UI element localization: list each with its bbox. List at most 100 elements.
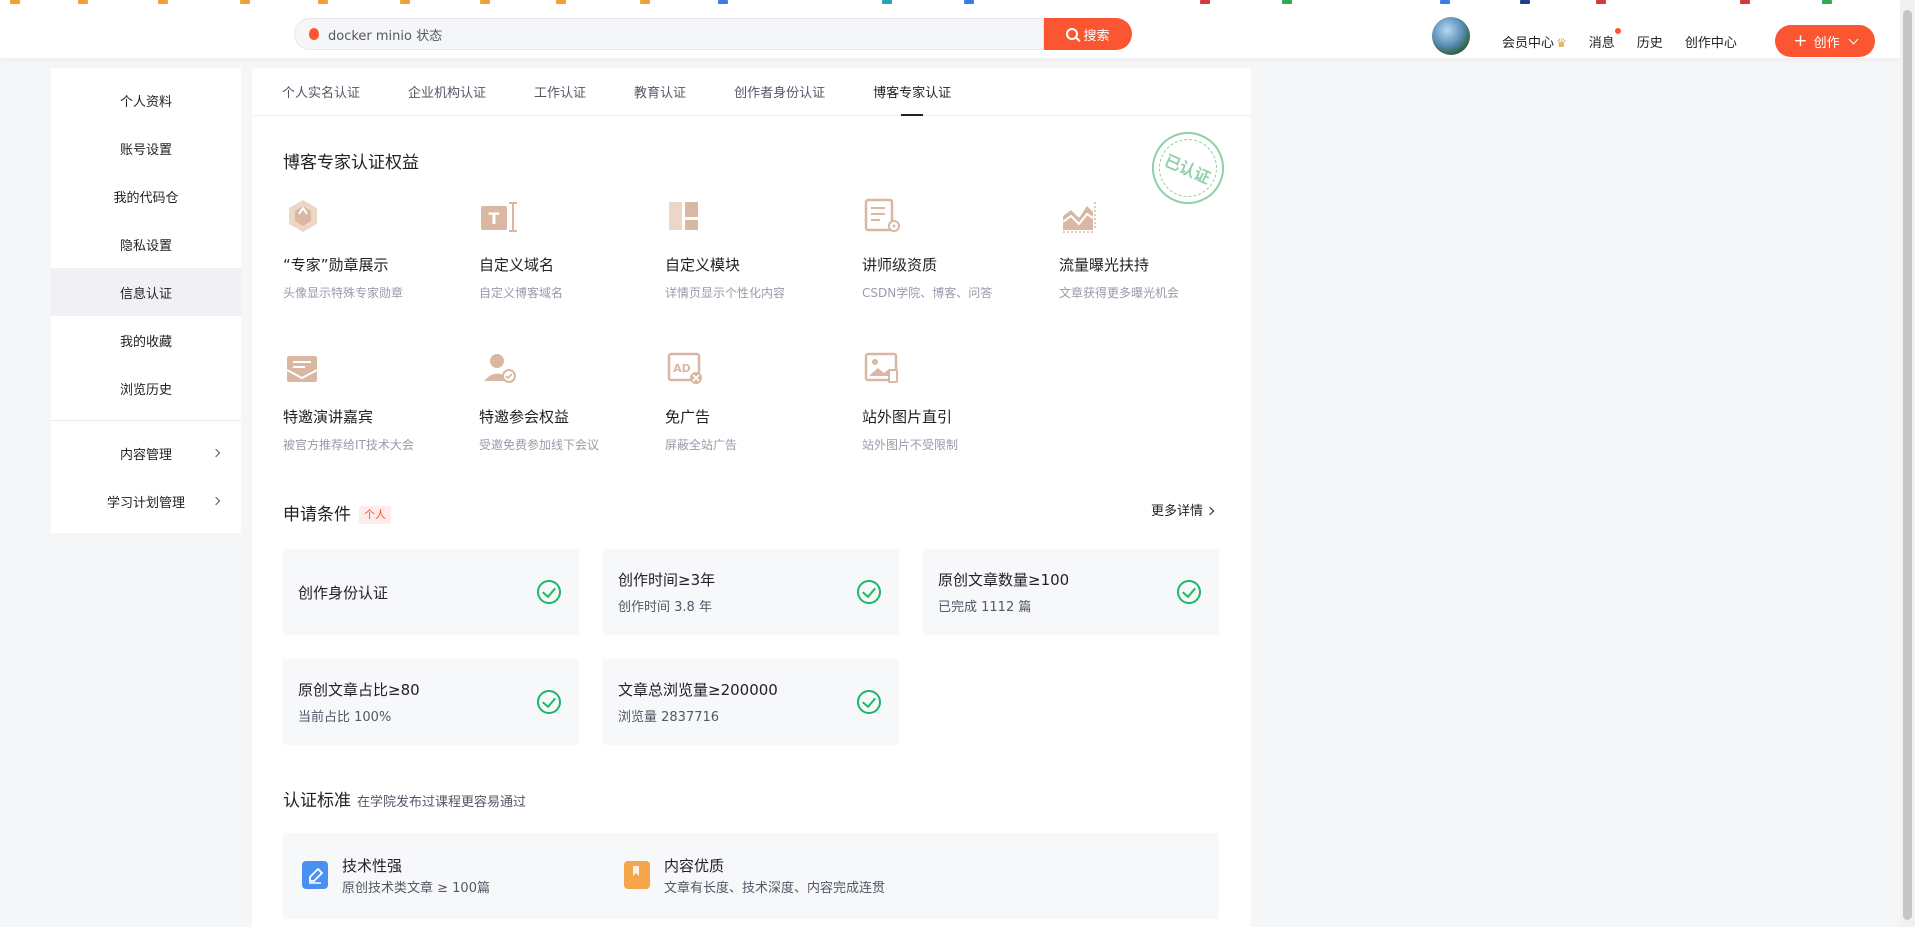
sidebar-item-account[interactable]: 账号设置 <box>51 124 241 172</box>
sidebar-item-history[interactable]: 浏览历史 <box>51 364 241 412</box>
benefit-desc: CSDN学院、博客、问答 <box>862 286 993 300</box>
benefit-item: 流量曝光扶持 文章获得更多曝光机会 <box>1059 196 1229 301</box>
text-domain-icon: T <box>479 196 519 236</box>
create-button-label: 创作 <box>1813 35 1840 51</box>
stamp-text: 已认证 <box>1161 150 1214 188</box>
benefit-name: 站外图片直引 <box>862 408 953 426</box>
benefit-item: 站外图片直引 站外图片不受限制 <box>862 348 1032 453</box>
bookmark-bar <box>0 0 1900 8</box>
benefit-name: “专家”勋章展示 <box>283 256 389 274</box>
sidebar-group-study-plan[interactable]: 学习计划管理 <box>51 477 241 525</box>
search-input[interactable] <box>326 25 926 43</box>
bookmark-icon[interactable] <box>480 0 490 4</box>
sidebar-item-verification[interactable]: 信息认证 <box>51 268 241 316</box>
standards-box: 技术性强 原创技术类文章 ≥ 100篇 内容优质 文章有长度、技术深度、内容完成… <box>283 833 1219 919</box>
bookmark-icon[interactable] <box>964 0 974 4</box>
check-circle-icon <box>537 580 561 604</box>
benefit-desc: 详情页显示个性化内容 <box>665 286 786 300</box>
benefit-name: 免广告 <box>665 408 711 426</box>
bookmark-icon[interactable] <box>718 0 728 4</box>
search-button-label: 搜索 <box>1083 28 1110 44</box>
benefit-item: 特邀演讲嘉宾 被官方推荐给IT技术大会 <box>283 348 453 453</box>
chevron-down-icon <box>1848 34 1859 44</box>
benefit-desc: 自定义博客域名 <box>479 286 564 300</box>
main-panel: 个人实名认证 企业机构认证 工作认证 教育认证 创作者身份认证 博客专家认证 博… <box>252 68 1251 927</box>
conference-icon <box>479 348 519 388</box>
bookmark-icon[interactable] <box>1520 0 1530 4</box>
top-links: 会员中心 ♛ 消息 历史 创作中心 <box>1502 16 1759 66</box>
more-details-link[interactable]: 更多详情 <box>1151 500 1213 519</box>
condition-card: 创作身份认证 <box>283 549 579 635</box>
sidebar-group-label: 内容管理 <box>119 447 172 463</box>
creator-center-link[interactable]: 创作中心 <box>1685 32 1737 51</box>
condition-sub: 当前占比 100% <box>298 710 392 725</box>
tab-blog-expert[interactable]: 博客专家认证 <box>873 68 951 116</box>
standard-desc: 原创技术类文章 ≥ 100篇 <box>342 881 490 896</box>
bookmark-icon[interactable] <box>78 0 88 4</box>
condition-sub: 浏览量 2837716 <box>618 710 720 725</box>
svg-text:AD: AD <box>673 362 691 375</box>
no-ad-icon: AD <box>665 348 705 388</box>
standard-name: 内容优质 <box>664 857 725 875</box>
vip-center-link[interactable]: 会员中心 ♛ <box>1502 32 1567 51</box>
condition-card: 创作时间≥3年 创作时间 3.8 年 <box>603 549 899 635</box>
benefits-title: 博客专家认证权益 <box>283 153 419 173</box>
bookmark-icon[interactable] <box>400 0 410 4</box>
benefit-item: 特邀参会权益 受邀免费参加线下会议 <box>479 348 649 453</box>
tab-work[interactable]: 工作认证 <box>534 68 586 116</box>
sidebar-item-code-repo[interactable]: 我的代码仓 <box>51 172 241 220</box>
search-button[interactable]: 搜索 <box>1044 18 1132 50</box>
benefit-desc: 站外图片不受限制 <box>862 438 959 452</box>
messages-link[interactable]: 消息 <box>1589 27 1621 51</box>
bookmark-icon[interactable] <box>1822 0 1832 4</box>
benefit-name: 自定义域名 <box>479 256 555 274</box>
image-link-icon <box>862 348 902 388</box>
condition-card: 原创文章占比≥80 当前占比 100% <box>283 659 579 745</box>
sidebar-group-label: 学习计划管理 <box>106 495 185 511</box>
scrollbar-thumb[interactable] <box>1903 10 1912 920</box>
vip-center-label: 会员中心 <box>1502 35 1555 51</box>
svg-text:T: T <box>489 209 500 228</box>
bookmark-icon[interactable] <box>640 0 650 4</box>
medal-icon <box>283 196 323 236</box>
benefit-desc: 受邀免费参加线下会议 <box>479 438 600 452</box>
bookmark-icon[interactable] <box>1200 0 1210 4</box>
standard-desc: 文章有长度、技术深度、内容完成连贯 <box>664 881 886 896</box>
conditions-title: 申请条件 个人 <box>283 500 391 525</box>
sidebar-item-favorites[interactable]: 我的收藏 <box>51 316 241 364</box>
module-icon <box>665 196 705 236</box>
check-circle-icon <box>857 690 881 714</box>
search-icon <box>1066 28 1079 40</box>
standards-subtitle: 在学院发布过课程更容易通过 <box>357 795 527 810</box>
bookmark-icon[interactable] <box>1282 0 1292 4</box>
bookmark-icon[interactable] <box>1596 0 1606 4</box>
personal-badge: 个人 <box>359 506 391 524</box>
avatar[interactable] <box>1432 17 1470 55</box>
sidebar-item-profile[interactable]: 个人资料 <box>51 76 241 124</box>
tab-enterprise[interactable]: 企业机构认证 <box>408 68 486 116</box>
sidebar-item-privacy[interactable]: 隐私设置 <box>51 220 241 268</box>
standards-title-text: 认证标准 <box>283 791 351 811</box>
search-box[interactable] <box>294 18 1044 50</box>
bookmark-icon[interactable] <box>158 0 168 4</box>
bookmark-icon[interactable] <box>1440 0 1450 4</box>
benefit-item: “专家”勋章展示 头像显示特殊专家勋章 <box>283 196 453 301</box>
bookmark-icon[interactable] <box>556 0 566 4</box>
sidebar-group-content[interactable]: 内容管理 <box>51 429 241 477</box>
benefit-name: 流量曝光扶持 <box>1059 256 1150 274</box>
chevron-right-icon <box>211 496 221 506</box>
tab-real-name[interactable]: 个人实名认证 <box>282 68 360 116</box>
bookmark-icon[interactable] <box>240 0 250 4</box>
standards-title: 认证标准 在学院发布过课程更容易通过 <box>283 786 526 811</box>
bookmark-icon[interactable] <box>318 0 328 4</box>
bookmark-icon[interactable] <box>882 0 892 4</box>
tab-creator[interactable]: 创作者身份认证 <box>734 68 825 116</box>
bookmark-icon[interactable] <box>10 0 20 4</box>
conditions-title-text: 申请条件 <box>283 505 351 525</box>
tab-education[interactable]: 教育认证 <box>634 68 686 116</box>
create-button[interactable]: + 创作 <box>1775 25 1875 57</box>
flame-icon <box>309 28 319 40</box>
chevron-right-icon <box>211 448 221 458</box>
bookmark-icon[interactable] <box>1740 0 1750 4</box>
history-link[interactable]: 历史 <box>1637 32 1663 51</box>
